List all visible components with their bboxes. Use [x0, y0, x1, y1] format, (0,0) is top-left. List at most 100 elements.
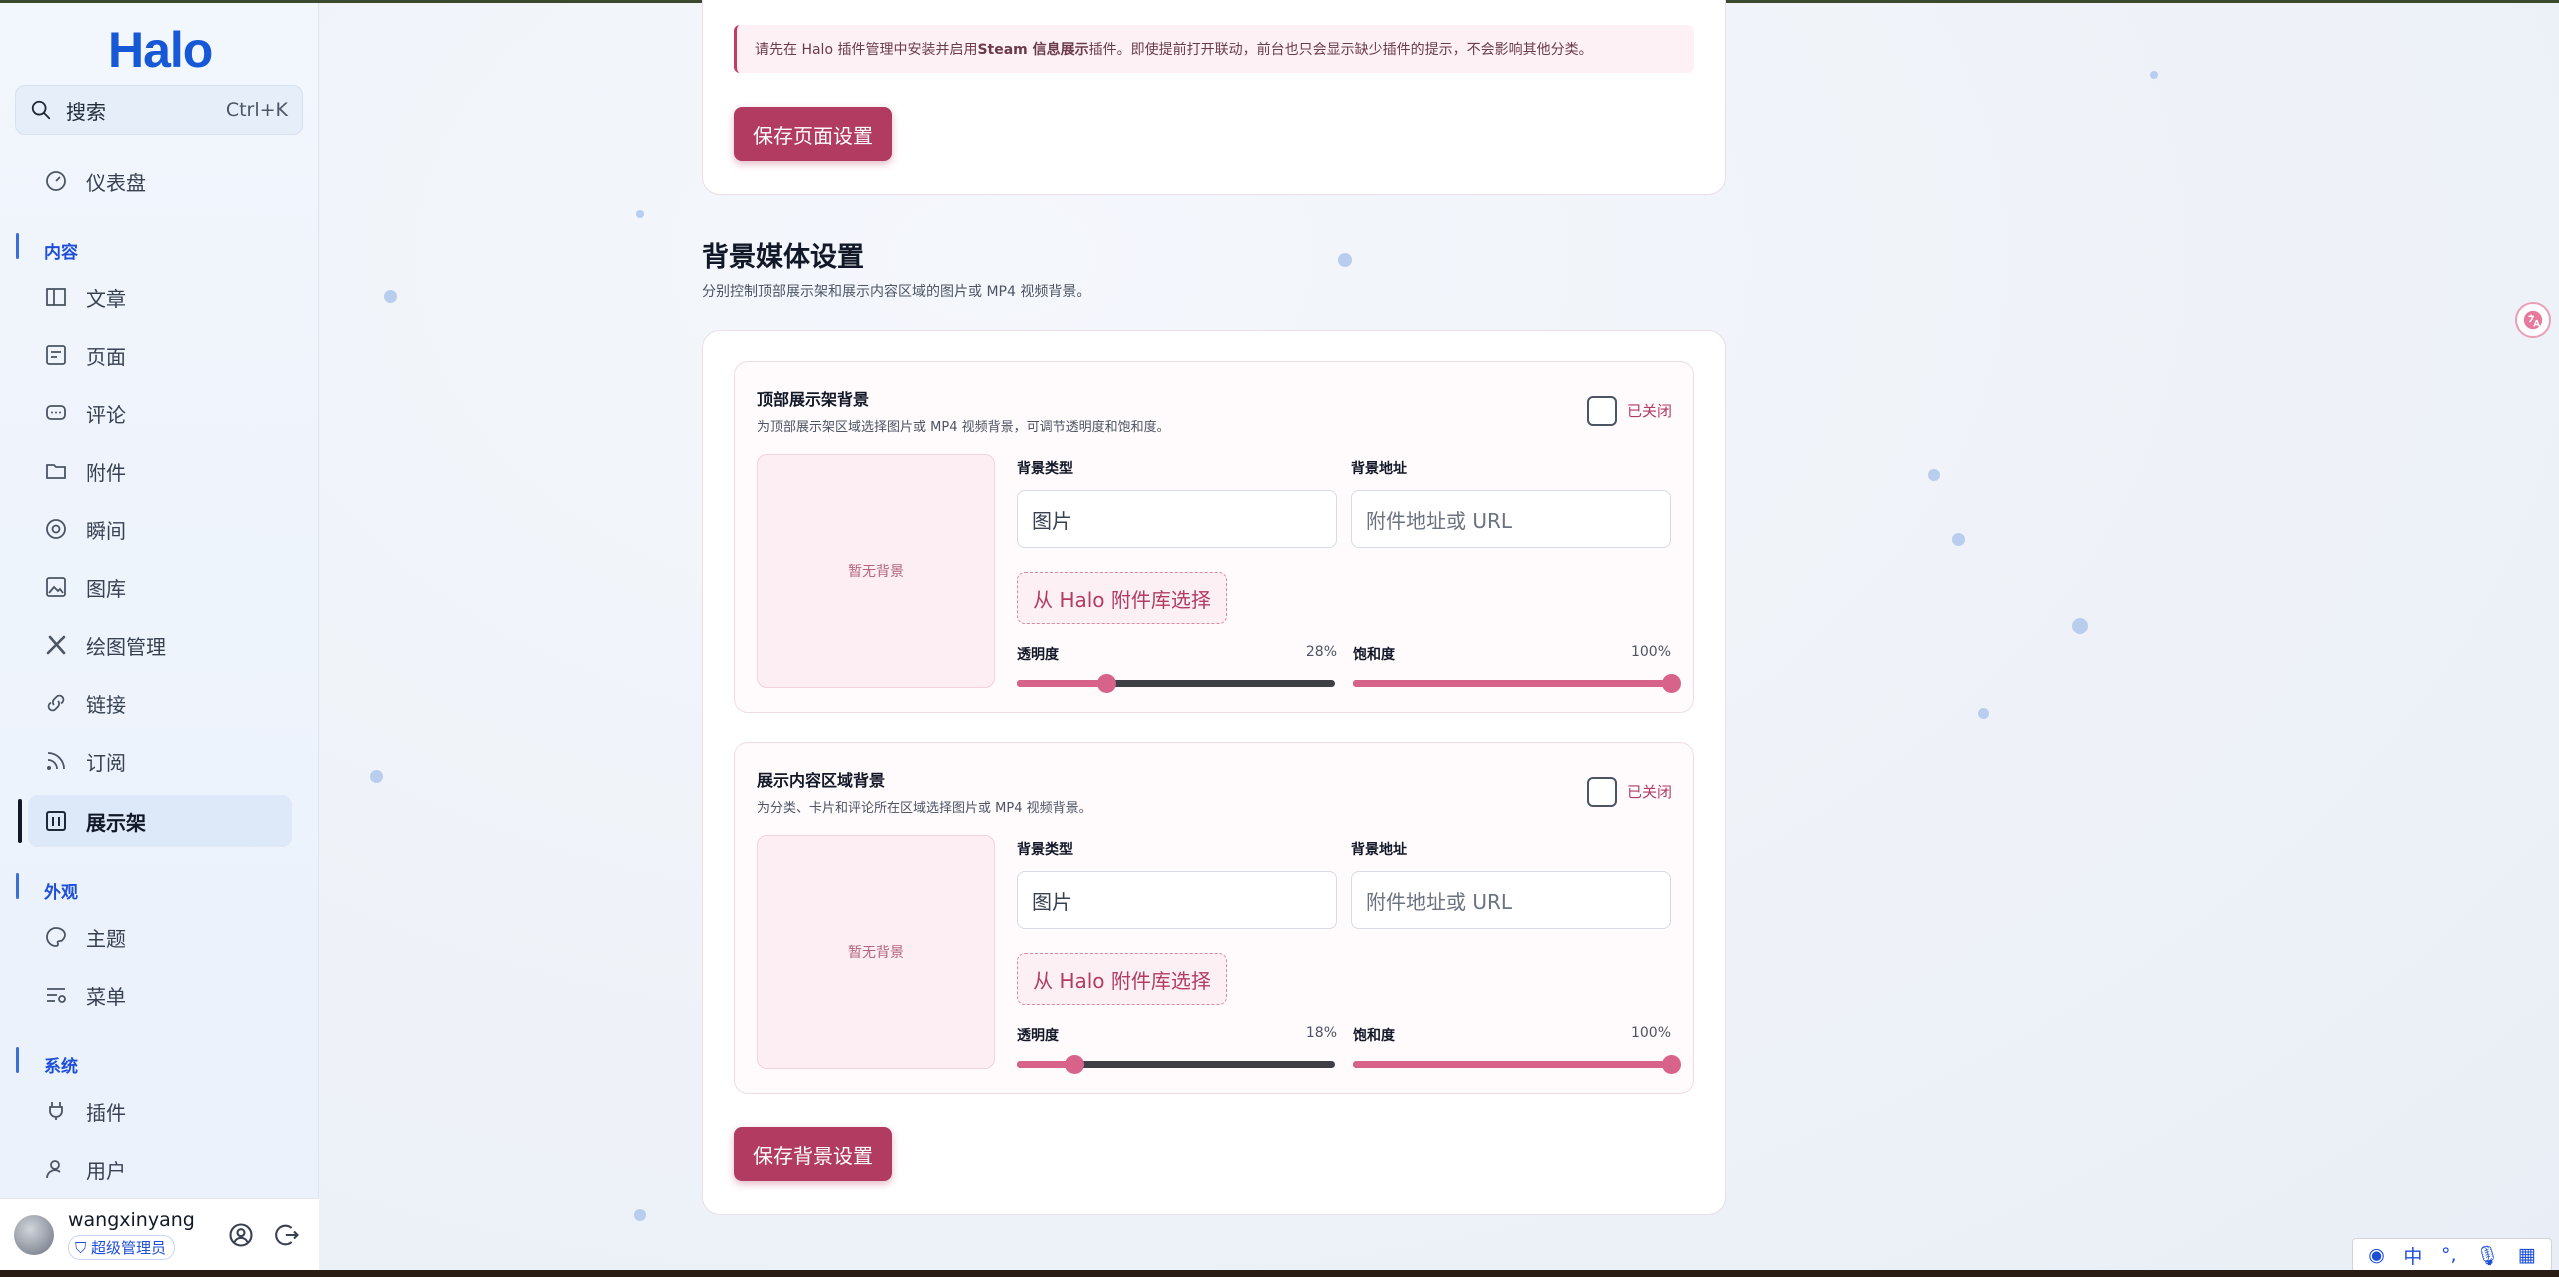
palette-icon — [46, 927, 66, 947]
sidebar-item-label: 展示架 — [86, 810, 146, 835]
section-title-system: 系统 — [44, 1057, 78, 1077]
sidebar-item-showcase[interactable]: 展示架 — [28, 795, 292, 847]
shield-icon: ⛉ — [75, 1239, 92, 1257]
sidebar-item-subscriptions[interactable]: 订阅 — [28, 735, 292, 787]
type-select[interactable]: 图片 — [1017, 871, 1337, 929]
book-icon — [46, 288, 66, 306]
sidebar-item-label: 图库 — [86, 576, 126, 601]
sidebar-item-label: 文章 — [86, 286, 126, 311]
background-dot — [636, 210, 644, 218]
type-select[interactable]: 图片 — [1017, 490, 1337, 548]
sidebar-item-label: 链接 — [86, 692, 126, 717]
background-dot — [2150, 71, 2158, 79]
notice-prefix: 请先在 Halo 插件管理中安装并启用 — [755, 42, 978, 58]
avatar[interactable] — [14, 1214, 54, 1255]
top-showcase-background-panel: 顶部展示架背景 为顶部展示架区域选择图片或 MP4 视频背景，可调节透明度和饱和… — [734, 361, 1694, 713]
background-dot — [1928, 469, 1940, 481]
ime-toolbar: ◉ 中 °, 🎙 ▦ — [2352, 1238, 2552, 1272]
active-item-marker — [18, 799, 22, 843]
search-icon — [31, 100, 51, 120]
search-box[interactable]: 搜索 Ctrl+K — [15, 85, 303, 135]
saturation-slider[interactable] — [1353, 1055, 1681, 1074]
opacity-slider[interactable] — [1017, 1055, 1335, 1074]
ime-menu-icon[interactable]: ▦ — [2518, 1244, 2536, 1266]
panel-description: 为分类、卡片和评论所在区域选择图片或 MP4 视频背景。 — [757, 801, 1092, 816]
link-icon — [47, 694, 65, 712]
background-dot — [1338, 253, 1352, 267]
saturation-slider[interactable] — [1353, 674, 1681, 693]
sidebar-item-gallery[interactable]: 图库 — [28, 561, 292, 613]
sidebar-item-label: 瞬间 — [86, 518, 126, 543]
sidebar-item-label: 绘图管理 — [86, 634, 166, 659]
sidebar-item-drawing[interactable]: 绘图管理 — [28, 619, 292, 671]
dashboard-icon — [46, 171, 66, 191]
aperture-icon — [46, 519, 66, 539]
sidebar-item-comments[interactable]: 评论 — [28, 387, 292, 439]
url-input[interactable]: 附件地址或 URL — [1351, 490, 1671, 548]
background-dot — [1952, 533, 1965, 546]
url-label: 背景地址 — [1351, 842, 1407, 858]
section-marker — [16, 873, 19, 899]
sidebar-item-label: 页面 — [86, 344, 126, 369]
sidebar-item-label: 附件 — [86, 460, 126, 485]
opacity-slider[interactable] — [1017, 674, 1335, 693]
logout-icon[interactable] — [273, 1221, 301, 1249]
slider-thumb[interactable] — [1097, 674, 1117, 693]
image-icon — [46, 577, 66, 597]
sidebar-item-moments[interactable]: 瞬间 — [28, 503, 292, 555]
save-page-settings-button[interactable]: 保存页面设置 — [734, 107, 892, 161]
folder-icon — [46, 464, 66, 479]
pick-attachment-button[interactable]: 从 Halo 附件库选择 — [1017, 572, 1227, 624]
slider-fill — [1017, 680, 1107, 687]
sidebar-item-posts[interactable]: 文章 — [28, 271, 292, 323]
ime-logo-icon[interactable]: ◉ — [2368, 1244, 2385, 1266]
slider-thumb[interactable] — [1065, 1055, 1085, 1074]
type-label: 背景类型 — [1017, 461, 1073, 477]
sidebar-item-dashboard[interactable]: 仪表盘 — [28, 155, 292, 207]
notice-plugin-name: Steam 信息展示 — [977, 42, 1089, 58]
pick-attachment-button[interactable]: 从 Halo 附件库选择 — [1017, 953, 1227, 1005]
enable-checkbox[interactable] — [1587, 396, 1617, 426]
saturation-label: 饱和度 — [1353, 1028, 1395, 1044]
enable-checkbox[interactable] — [1587, 777, 1617, 807]
translate-icon[interactable] — [2515, 302, 2551, 338]
sidebar-item-users[interactable]: 用户 — [28, 1143, 292, 1195]
section-heading: 背景媒体设置 — [702, 242, 864, 273]
background-dot — [2072, 618, 2088, 634]
sidebar-item-attachments[interactable]: 附件 — [28, 445, 292, 497]
comment-icon — [46, 405, 66, 420]
sidebar-item-themes[interactable]: 主题 — [28, 911, 292, 963]
sidebar: Halo 搜索 Ctrl+K 仪表盘 内容 文章 页面 评论 附件 瞬间 图库 — [0, 3, 319, 1270]
window-bottom-edge — [0, 1270, 2559, 1277]
ime-punctuation-icon[interactable]: °, — [2441, 1244, 2457, 1266]
search-shortcut: Ctrl+K — [225, 99, 288, 121]
sidebar-item-label: 评论 — [86, 402, 126, 427]
slider-thumb[interactable] — [1662, 674, 1681, 693]
section-marker — [16, 1047, 19, 1073]
sidebar-item-label: 仪表盘 — [86, 170, 146, 195]
background-preview: 暂无背景 — [757, 835, 995, 1069]
background-dot — [1978, 708, 1989, 719]
section-title-appearance: 外观 — [44, 883, 78, 903]
rss-icon — [47, 752, 65, 770]
saturation-label: 饱和度 — [1353, 647, 1395, 663]
sidebar-item-links[interactable]: 链接 — [28, 677, 292, 729]
microphone-icon[interactable]: 🎙 — [2475, 1244, 2499, 1267]
ime-mode-toggle[interactable]: 中 — [2403, 1242, 2422, 1269]
url-input[interactable]: 附件地址或 URL — [1351, 871, 1671, 929]
halo-logo[interactable]: Halo — [108, 21, 213, 79]
plugin-notice: 请先在 Halo 插件管理中安装并启用 Steam 信息展示 插件。即使提前打开… — [734, 25, 1694, 73]
save-background-settings-button[interactable]: 保存背景设置 — [734, 1127, 892, 1181]
sidebar-item-pages[interactable]: 页面 — [28, 329, 292, 381]
section-description: 分别控制顶部展示架和展示内容区域的图片或 MP4 视频背景。 — [702, 284, 1091, 300]
role-label: 超级管理员 — [91, 1239, 167, 1257]
slider-thumb[interactable] — [1662, 1055, 1681, 1074]
sidebar-item-menus[interactable]: 菜单 — [28, 969, 292, 1021]
main-content: 请先在 Halo 插件管理中安装并启用 Steam 信息展示 插件。即使提前打开… — [320, 0, 2559, 1270]
user-name: wangxinyang — [68, 1209, 195, 1231]
sidebar-item-plugins[interactable]: 插件 — [28, 1085, 292, 1137]
profile-icon[interactable] — [227, 1221, 255, 1249]
plug-icon — [49, 1102, 63, 1120]
toggle-label: 已关闭 — [1627, 783, 1673, 801]
saturation-value: 100% — [1630, 644, 1671, 660]
